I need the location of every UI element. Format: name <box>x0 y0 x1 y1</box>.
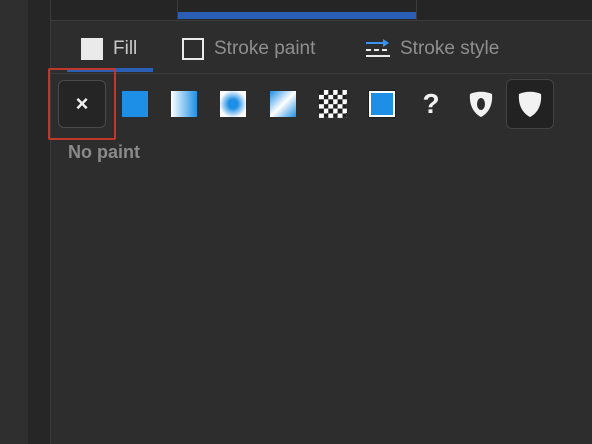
stroke-style-icon <box>366 39 390 59</box>
tab-stroke-paint[interactable]: Stroke paint <box>182 35 315 63</box>
fill-stroke-panel: Fill Stroke paint Stroke style × ? No pa… <box>48 21 592 444</box>
mesh-gradient-icon <box>270 91 296 117</box>
left-rail <box>0 0 28 444</box>
paint-type-toolbar: × ? <box>48 68 592 140</box>
tab-stroke-style-label: Stroke style <box>400 38 500 59</box>
flat-color-icon <box>122 91 148 117</box>
tab-fill[interactable]: Fill <box>81 35 137 63</box>
radial-gradient-icon <box>220 91 246 117</box>
pattern-button[interactable] <box>309 68 357 140</box>
fill-square-icon <box>81 38 103 60</box>
swatch-icon <box>368 90 396 118</box>
linear-gradient-icon <box>171 91 197 117</box>
x-icon: × <box>58 80 106 128</box>
pattern-icon <box>319 90 347 118</box>
fill-rule-nonzero-icon <box>506 79 554 129</box>
tab-stroke-paint-label: Stroke paint <box>214 38 316 59</box>
flat-color-button[interactable] <box>111 68 159 140</box>
unset-paint-button[interactable]: ? <box>407 68 455 140</box>
mesh-gradient-button[interactable] <box>259 68 307 140</box>
tab-fill-label: Fill <box>113 38 138 59</box>
no-paint-button[interactable]: × <box>48 68 116 140</box>
swatch-button[interactable] <box>358 68 406 140</box>
top-tab-active-indicator <box>178 12 416 19</box>
radial-gradient-button[interactable] <box>209 68 257 140</box>
panel-divider[interactable] <box>28 0 51 444</box>
tab-stroke-style[interactable]: Stroke style <box>366 35 499 63</box>
fill-rule-nonzero-button[interactable] <box>506 68 554 140</box>
question-icon: ? <box>422 88 440 119</box>
top-tab[interactable] <box>51 0 178 20</box>
fill-stroke-tabs: Fill Stroke paint Stroke style <box>51 21 592 74</box>
fill-rule-evenodd-button[interactable] <box>457 68 505 140</box>
stroke-square-icon <box>182 38 204 60</box>
linear-gradient-button[interactable] <box>160 68 208 140</box>
top-tab-strip <box>51 0 592 21</box>
fill-rule-evenodd-icon <box>457 80 505 128</box>
current-paint-label: No paint <box>68 142 140 162</box>
